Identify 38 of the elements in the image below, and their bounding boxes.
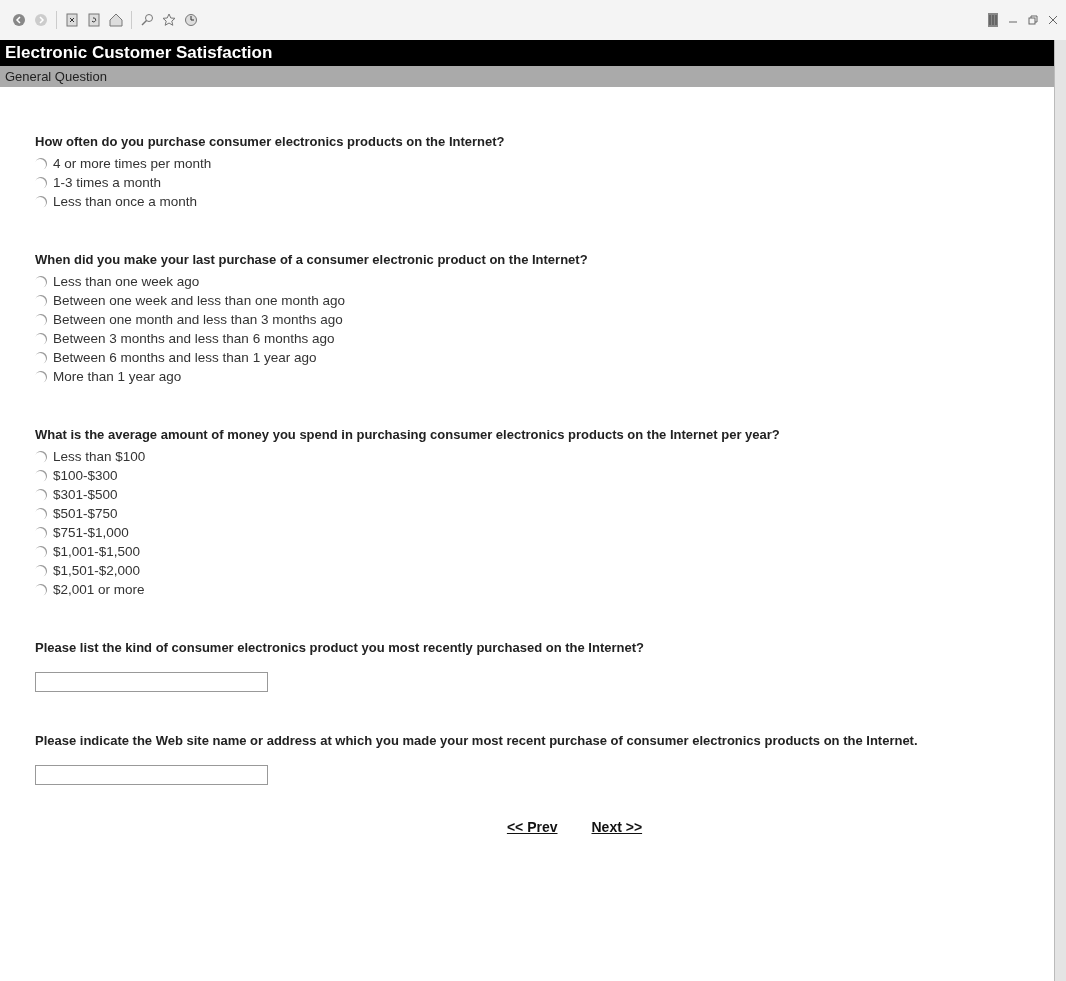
option-label: Between 6 months and less than 1 year ago xyxy=(53,350,317,365)
stop-icon[interactable] xyxy=(65,13,79,27)
option-label: Less than once a month xyxy=(53,194,198,209)
option-label: 1-3 times a month xyxy=(53,175,162,190)
option-label: 4 or more times per month xyxy=(53,156,212,171)
option-label: Between one week and less than one month ago xyxy=(53,293,345,308)
restore-icon[interactable] xyxy=(1026,13,1040,27)
option-label: Between one month and less than 3 months ago xyxy=(53,312,343,327)
option-label: $751-$1,000 xyxy=(53,525,129,540)
question-text: Please indicate the Web site name or address at which you made your most recent purchase of consumer electronics products on the Internet. xyxy=(35,732,919,749)
section-header: General Question xyxy=(0,66,1054,87)
question-text: Please list the kind of consumer electronics product you most recently purchased on the Internet? xyxy=(35,639,645,656)
back-icon[interactable] xyxy=(12,13,26,27)
refresh-icon[interactable] xyxy=(87,13,101,27)
option-label: More than 1 year ago xyxy=(53,369,182,384)
next-link[interactable]: Next >> xyxy=(591,819,643,835)
option-label: Less than one week ago xyxy=(53,274,200,289)
option-label: Less than $100 xyxy=(53,449,146,464)
option-label: $301-$500 xyxy=(53,487,118,502)
page-title: Electronic Customer Satisfaction xyxy=(0,40,1054,66)
option-label: Between 3 months and less than 6 months ago xyxy=(53,331,335,346)
question-text: How often do you purchase consumer electronics products on the Internet? xyxy=(35,133,506,150)
option-label: $100-$300 xyxy=(53,468,118,483)
question-text: When did you make your last purchase of a consumer electronic product on the Internet? xyxy=(35,251,589,268)
search-icon[interactable] xyxy=(140,13,154,27)
forward-icon[interactable] xyxy=(34,13,48,27)
input-field[interactable] xyxy=(35,672,268,692)
question-text: What is the average amount of money you spend in purchasing consumer electronics products on the Internet per year? xyxy=(35,426,781,443)
option-label: $2,001 or more xyxy=(53,582,145,597)
prev-link[interactable]: << Prev xyxy=(506,819,558,835)
star-icon[interactable] xyxy=(162,13,176,27)
option-label: $1,501-$2,000 xyxy=(53,563,141,578)
option-label: $501-$750 xyxy=(53,506,118,521)
option-label: $1,001-$1,500 xyxy=(53,544,141,559)
close-icon[interactable] xyxy=(1046,13,1060,27)
input-field[interactable] xyxy=(35,765,268,785)
home-icon[interactable] xyxy=(109,13,123,27)
history-icon[interactable] xyxy=(184,13,198,27)
